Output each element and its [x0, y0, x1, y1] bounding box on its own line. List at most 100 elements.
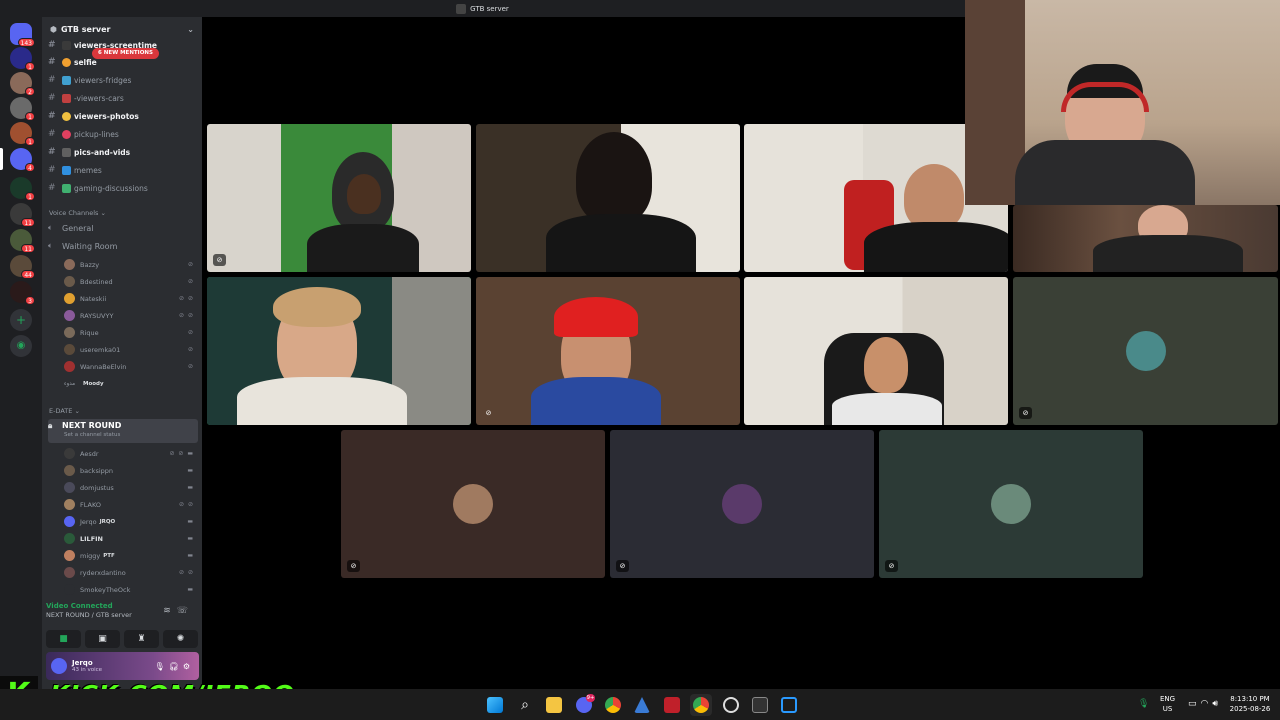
user-avatar	[453, 484, 493, 524]
app-button[interactable]	[631, 694, 653, 716]
server-icon-7[interactable]: 11	[10, 203, 35, 227]
voice-user[interactable]: useremka01 ⊘	[64, 341, 194, 358]
channel-sidebar: ⬢ GTB server ⌄ 6 NEW MENTIONS # viewers-s…	[42, 17, 202, 689]
channel-selfie[interactable]: # selfie	[48, 54, 97, 70]
avatar	[64, 584, 75, 595]
video-tile[interactable]: ⊘	[476, 277, 740, 425]
voice-channel-waiting-room[interactable]: 🔈︎ Waiting Room	[48, 238, 117, 254]
file-explorer-button[interactable]	[543, 694, 565, 716]
activity-button[interactable]: ♜	[124, 630, 159, 648]
voice-user[interactable]: WannaBeElvin ⊘	[64, 358, 194, 375]
app-button[interactable]	[720, 694, 742, 716]
video-tile-avatar[interactable]: ⊘	[610, 430, 874, 578]
channel-memes[interactable]: # memes	[48, 162, 102, 178]
screen-share-button[interactable]: ▣	[85, 630, 120, 648]
voice-user[interactable]: backsippn ▬	[64, 462, 194, 479]
server-icon-10[interactable]: 3	[10, 281, 35, 305]
channel-pickup-lines[interactable]: # pickup-lines	[48, 126, 119, 142]
voice-user[interactable]: miggy PTF ▬	[64, 547, 194, 564]
voice-user[interactable]: Nateskii ⊘ ⊘	[64, 290, 194, 307]
signal-icon[interactable]: ≋	[163, 606, 177, 616]
server-icon-9[interactable]: 44	[10, 255, 35, 279]
record-icon	[723, 697, 739, 713]
channel-status[interactable]: Set a channel status	[64, 432, 120, 438]
server-icon-8[interactable]: 11	[10, 229, 35, 253]
user-status: 43 in voice	[72, 667, 103, 673]
category-e-date[interactable]: E-DATE ⌄	[49, 407, 80, 415]
terminal-button[interactable]	[749, 694, 771, 716]
video-tile-avatar[interactable]: ⊘	[341, 430, 605, 578]
voice-user[interactable]: Aesdr ⊘ ⊘ ▬	[64, 445, 194, 462]
app-button[interactable]	[778, 694, 800, 716]
category-voice-channels[interactable]: Voice Channels ⌄	[49, 209, 106, 217]
voice-user[interactable]: Bazzy ⊘	[64, 256, 194, 273]
disconnect-icon[interactable]: ☏	[177, 606, 194, 616]
voice-user[interactable]: ryderxdantino ⊘ ⊘	[64, 564, 194, 581]
add-server-icon[interactable]: +	[10, 309, 32, 331]
discord-taskbar-button[interactable]: 9+	[573, 694, 595, 716]
channel-viewers-screentime[interactable]: # viewers-screentime	[48, 37, 157, 53]
app-button[interactable]	[661, 694, 683, 716]
deafened-icon: ⊘	[187, 329, 194, 336]
home-button[interactable]: 143	[10, 23, 35, 47]
video-tile-avatar[interactable]: ⊘	[879, 430, 1143, 578]
video-tile[interactable]	[744, 277, 1008, 425]
soundboard-button[interactable]: ✺	[163, 630, 198, 648]
server-icon-6[interactable]: 1	[10, 177, 35, 201]
search-button[interactable]: ⌕	[514, 694, 536, 716]
avatar	[64, 499, 75, 510]
video-tile-speaking[interactable]	[207, 277, 471, 425]
video-tile[interactable]: ⊘	[207, 124, 471, 272]
channel-pics-and-vids[interactable]: # pics-and-vids	[48, 144, 130, 160]
discord-server-icon[interactable]: 4	[10, 148, 35, 172]
voice-user[interactable]: FLAKO ⊘ ⊘	[64, 496, 194, 513]
server-icon-2[interactable]: 2	[10, 72, 35, 96]
voice-user[interactable]: SmokeyTheOck ▬	[64, 581, 194, 598]
microphone-icon[interactable]: 🎙︎	[1138, 699, 1149, 709]
clock[interactable]: 8:13:10 PM 2025-08-26	[1226, 694, 1274, 714]
voice-user[interactable]: Bdestined ⊘	[64, 273, 194, 290]
voice-user[interactable]: مدوء Moody	[64, 375, 194, 392]
selected-pill	[0, 148, 3, 170]
start-button[interactable]	[484, 694, 506, 716]
language-indicator[interactable]: ENG US	[1160, 694, 1175, 714]
server-icon-4[interactable]: 1	[10, 122, 35, 146]
avatar	[64, 533, 75, 544]
user-tag: PTF	[103, 552, 115, 559]
avatar	[64, 361, 75, 372]
headphones-icon	[1061, 82, 1149, 112]
voice-user[interactable]: RAYSUVYY ⊘ ⊘	[64, 307, 194, 324]
chrome-active-button[interactable]	[690, 694, 712, 716]
user-avatar	[991, 484, 1031, 524]
voice-user[interactable]: LILFIN ▬	[64, 530, 194, 547]
server-icon-3[interactable]: 1	[10, 97, 35, 121]
voice-user[interactable]: Rique ⊘	[64, 324, 194, 341]
server-icon-1[interactable]: 1	[10, 47, 35, 71]
settings-gear-icon[interactable]: ⚙	[183, 662, 194, 671]
voice-user[interactable]: Jerqo JRQO ▬	[64, 513, 194, 530]
voice-channel-general[interactable]: 🔈︎ General	[48, 220, 94, 236]
user-avatar	[722, 484, 762, 524]
person	[576, 132, 652, 224]
server-badge-icon: ⬢	[50, 24, 57, 34]
tray-icons[interactable]: ▭◠🔊︎	[1188, 699, 1222, 709]
channel-viewers-photos[interactable]: # viewers-photos	[48, 108, 139, 124]
user-avatar[interactable]	[51, 658, 67, 674]
voice-user[interactable]: domjustus ▬	[64, 479, 194, 496]
chrome-button[interactable]	[602, 694, 624, 716]
channel-gaming-discussions[interactable]: # gaming-discussions	[48, 180, 148, 196]
video-tile[interactable]	[1013, 205, 1278, 272]
user-avatar	[1125, 331, 1166, 371]
video-tile-avatar[interactable]: ⊘	[1013, 277, 1278, 425]
person	[864, 337, 908, 393]
deafened-icon: ⊘	[187, 346, 194, 353]
video-tile[interactable]	[476, 124, 740, 272]
voice-channel-next-round[interactable]: 🔒︎ NEXT ROUND Set a channel status	[48, 419, 198, 443]
headphones-icon[interactable]: 🎧︎	[169, 662, 183, 671]
channel-viewers-fridges[interactable]: # viewers-fridges	[48, 72, 131, 88]
explore-icon[interactable]: ◉	[10, 335, 32, 357]
camera-button[interactable]: ■	[46, 630, 81, 648]
microphone-icon[interactable]: 🎙︎	[155, 662, 169, 671]
muted-deafened-icons: ⊘ ⊘	[179, 569, 194, 576]
channel-viewers-cars[interactable]: # -viewers-cars	[48, 90, 124, 106]
